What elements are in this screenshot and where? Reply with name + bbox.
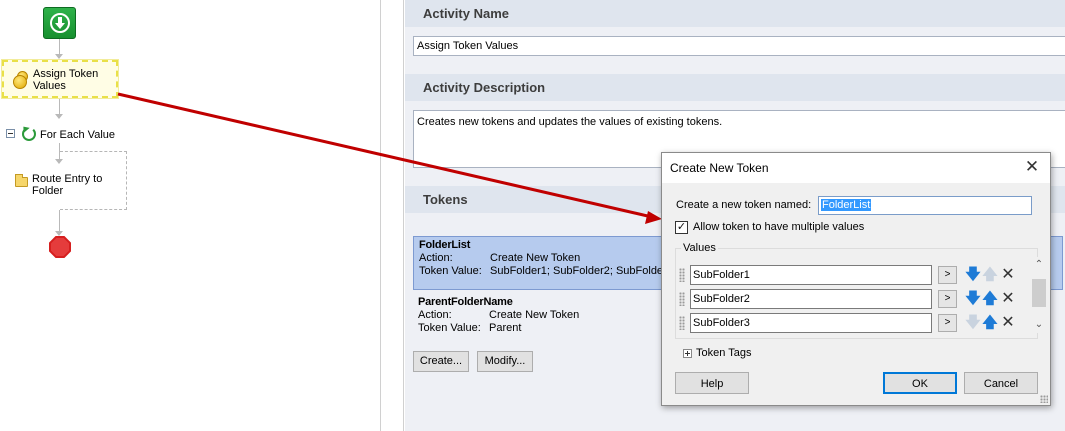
folder-icon	[15, 174, 28, 187]
move-up-icon[interactable]: 🡅	[982, 314, 998, 332]
node-label: Assign Token Values	[33, 68, 99, 92]
dialog-title: Create New Token	[670, 161, 769, 175]
delete-icon[interactable]: ✕	[1000, 314, 1016, 332]
expand-value-button[interactable]: >	[938, 314, 957, 332]
cancel-button[interactable]: Cancel	[964, 372, 1038, 394]
token-name-input[interactable]: FolderList	[818, 196, 1032, 215]
assign-token-values-node[interactable]: Assign Token Values	[1, 59, 119, 99]
expand-value-button[interactable]: >	[938, 266, 957, 284]
move-down-icon[interactable]: 🡇	[965, 266, 981, 284]
scrollbar-thumb[interactable]	[1032, 279, 1046, 307]
check-icon: ✓	[676, 221, 687, 233]
token-name-label: Create a new token named:	[676, 199, 812, 211]
action-label: Action:	[418, 309, 452, 321]
start-arrow-icon	[50, 13, 70, 33]
dialog-titlebar[interactable]: Create New Token ✕	[662, 153, 1050, 183]
connector-arrow	[55, 114, 63, 119]
multiple-values-label[interactable]: Allow token to have multiple values	[693, 221, 864, 233]
delete-icon[interactable]: ✕	[1000, 266, 1016, 284]
value-row: SubFolder1 > 🡇 🡅 ✕	[679, 264, 1019, 286]
connector	[59, 99, 60, 115]
drag-handle-icon[interactable]	[679, 292, 685, 306]
route-entry-node-label[interactable]: Route Entry to Folder	[32, 173, 112, 197]
token-value: Parent	[489, 322, 522, 334]
start-node[interactable]	[43, 7, 76, 39]
token-coin-icon	[13, 75, 27, 89]
values-groupbox: SubFolder1 > 🡇 🡅 ✕ SubFolder2 > 🡇 🡅 ✕ Su…	[675, 248, 1047, 339]
drag-handle-icon[interactable]	[679, 316, 685, 330]
for-each-node-label[interactable]: For Each Value	[40, 129, 115, 141]
value-row: SubFolder2 > 🡇 🡅 ✕	[679, 288, 1019, 310]
multiple-values-checkbox[interactable]: ✓	[675, 221, 688, 234]
action-value: Create New Token	[490, 252, 581, 264]
create-new-token-dialog: Create New Token ✕ Create a new token na…	[661, 152, 1051, 406]
drag-handle-icon[interactable]	[679, 268, 685, 282]
expand-value-button[interactable]: >	[938, 290, 957, 308]
value-input-1[interactable]: SubFolder1	[690, 265, 932, 285]
stop-icon[interactable]	[49, 236, 71, 258]
token-value-label: Token Value:	[418, 322, 481, 334]
activity-name-input[interactable]: Assign Token Values	[413, 36, 1065, 56]
close-icon[interactable]: ✕	[1022, 157, 1042, 177]
workflow-canvas: Assign Token Values For Each Value Route…	[0, 0, 380, 431]
value-input-2[interactable]: SubFolder2	[690, 289, 932, 309]
action-label: Action:	[419, 252, 453, 264]
token-tags-expander[interactable]	[683, 349, 692, 358]
values-group-label: Values	[681, 242, 718, 254]
values-scrollbar[interactable]: ⌃ ⌄	[1031, 257, 1047, 333]
activity-name-header: Activity Name	[405, 0, 1065, 27]
move-up-icon[interactable]: 🡅	[982, 290, 998, 308]
modify-button[interactable]: Modify...	[477, 351, 533, 372]
chevron-down-icon[interactable]: ⌄	[1031, 317, 1047, 333]
chevron-up-icon[interactable]: ⌃	[1031, 257, 1047, 273]
token-name-selected-text: FolderList	[821, 199, 872, 211]
activity-description-header: Activity Description	[405, 74, 1065, 101]
create-button[interactable]: Create...	[413, 351, 469, 372]
panel-splitter[interactable]	[380, 0, 404, 431]
connector-arrow	[55, 159, 63, 164]
connector-arrow	[55, 54, 63, 59]
value-row: SubFolder3 > 🡇 🡅 ✕	[679, 312, 1019, 334]
ok-button[interactable]: OK	[883, 372, 957, 394]
delete-icon[interactable]: ✕	[1000, 290, 1016, 308]
token-value-label: Token Value:	[419, 265, 482, 277]
value-input-3[interactable]: SubFolder3	[690, 313, 932, 333]
connector	[59, 210, 60, 232]
move-up-icon: 🡅	[982, 266, 998, 283]
connector	[59, 39, 60, 55]
help-button[interactable]: Help	[675, 372, 749, 394]
action-value: Create New Token	[489, 309, 580, 321]
move-down-icon[interactable]: 🡇	[965, 290, 981, 308]
token-value: SubFolder1; SubFolder2; SubFolder3	[490, 265, 673, 277]
token-tags-label[interactable]: Token Tags	[696, 347, 751, 359]
resize-grip[interactable]	[1040, 395, 1048, 403]
move-down-icon: 🡇	[965, 314, 981, 331]
collapse-toggle[interactable]	[6, 129, 15, 138]
connector-arrow	[55, 231, 63, 236]
loop-icon	[22, 127, 36, 141]
